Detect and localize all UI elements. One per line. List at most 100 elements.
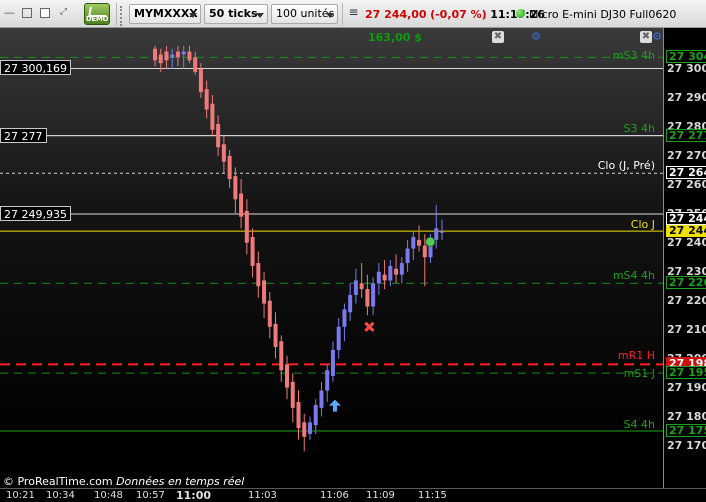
axis-tick-label: 27 180 [667,409,706,423]
demo-label: DEMO [85,15,109,23]
level-price-tag: 27 277, [666,128,706,142]
brand-label: © ProRealTime.com [3,475,113,488]
realtime-note: Données en temps réel [116,475,245,488]
axis-tick-label: 27 190 [667,380,706,394]
time-tick-label: 11:09 [366,490,395,501]
candle-body [342,309,347,327]
candle-body [417,239,422,246]
axis-tick-label: 27 170 [667,438,706,452]
candle-body [388,265,393,281]
gear-icon[interactable]: ⚙ [530,31,542,43]
level-price-tag: 27 226, [666,276,706,290]
axis-tick-label: 27 290 [667,90,706,104]
connection-status-icon [516,9,525,18]
level-name-label: mR1 H [617,349,655,363]
candle-body [290,381,295,408]
candle-body [336,326,341,350]
candle-body [198,68,203,93]
chevron-down-icon [189,13,197,18]
candle-body [307,422,312,434]
instrument-name: Micro E-mini DJ30 Full0620 [529,8,677,21]
credit-line: © ProRealTime.com Données en temps réel [3,475,244,488]
last-price: 27 244,00 [365,8,427,21]
candle-body [330,349,335,376]
level-name-label: S3 4h [623,121,655,135]
level-price-tag: 27 264, [666,166,706,180]
time-axis[interactable]: 10:21 10:34 10:48 10:57 11:00 11:03 11:06 11:09… [0,488,706,501]
axis-tick-label: 27 210 [667,322,706,336]
candle-body [405,248,410,264]
demo-account-icon[interactable]: DEMO [84,3,110,25]
candle-body [296,402,301,429]
candle-body [313,404,318,426]
price-line-label[interactable]: 27 300,169 [0,60,71,76]
interval-dropdown[interactable]: 50 ticks [204,4,268,24]
minimize-icon[interactable]: — [4,7,15,18]
level-name-label: S4 4h [623,418,655,432]
chevron-down-icon [326,13,334,18]
position-dot-icon [425,236,436,247]
candlestick-chart[interactable] [0,28,663,488]
candle-body [399,263,404,275]
toolbar-separator [342,3,343,25]
alert-icon[interactable]: ≡ [348,6,359,18]
candle-body [210,103,215,130]
level-name-label: Clo J [630,218,655,232]
drag-handle-icon[interactable] [120,6,124,26]
time-tick-label: 10:57 [136,490,165,501]
restore-icon[interactable] [40,8,50,18]
close-order-icon[interactable]: ✖ [492,31,504,43]
candle-body [216,124,221,148]
candle-body [193,57,198,72]
candle-body [273,323,278,348]
candle-body [440,231,444,233]
candle-body [233,176,238,200]
candle-body [325,370,330,391]
maximize-icon[interactable] [22,8,32,18]
candle-body [394,268,399,275]
time-tick-label: 11:00 [176,489,212,502]
candle-body [175,51,180,58]
axis-tick-label: 27 230 [667,264,706,278]
axis-tick-label: 27 270 [667,148,706,162]
axis-tick-label: 27 300 [667,61,706,75]
units-dropdown[interactable]: 100 unités [271,4,338,24]
time-tick-label: 10:48 [94,490,123,501]
candle-body [411,236,416,249]
candle-body [164,51,169,61]
candle-body [204,89,209,110]
candle-body [256,263,261,287]
level-price-tag: 27 304, [666,50,706,64]
candle-body [422,245,427,258]
interval-label: 50 ticks [209,7,258,20]
candle-body [239,193,244,217]
candle-body [244,210,249,243]
candle-body [353,280,358,295]
candle-body [376,271,381,284]
price-plot[interactable]: 163,00 $ ✖ ⚙ ✖ ⚙ 27 300,169 27 277 27 249,… [0,28,663,488]
sell-signal-icon [364,321,375,332]
candle-body [158,54,163,64]
candle-body [170,54,175,58]
level-name-label: mS3 4h [612,49,655,63]
candle-body [371,283,376,307]
axis-tick-label: 27 240 [667,235,706,249]
axis-tick-label: 27 260 [667,177,706,191]
symbol-dropdown[interactable]: MYMXXXX [129,4,201,24]
candle-body [359,283,364,290]
candle-body [250,236,255,266]
price-line-label[interactable]: 27 277 [0,127,47,143]
price-axis[interactable]: 27 30027 29027 28027 27027 26027 25027 2… [663,28,706,488]
gear-icon[interactable]: ⚙ [651,31,663,43]
chart-panel[interactable]: 163,00 $ ✖ ⚙ ✖ ⚙ 27 300,169 27 277 27 249,… [0,28,706,488]
candle-body [365,289,370,307]
expand-icon[interactable]: ⤢ [58,7,69,18]
candle-body [319,390,324,408]
buy-signal-icon [328,399,341,412]
candle-body [153,48,157,61]
price-change: (-0,07 %) [430,8,487,21]
price-line-label[interactable]: 27 249,935 [0,205,71,221]
candle-body [285,364,290,388]
candle-body [302,422,307,437]
position-pnl: 163,00 $ [368,31,422,44]
